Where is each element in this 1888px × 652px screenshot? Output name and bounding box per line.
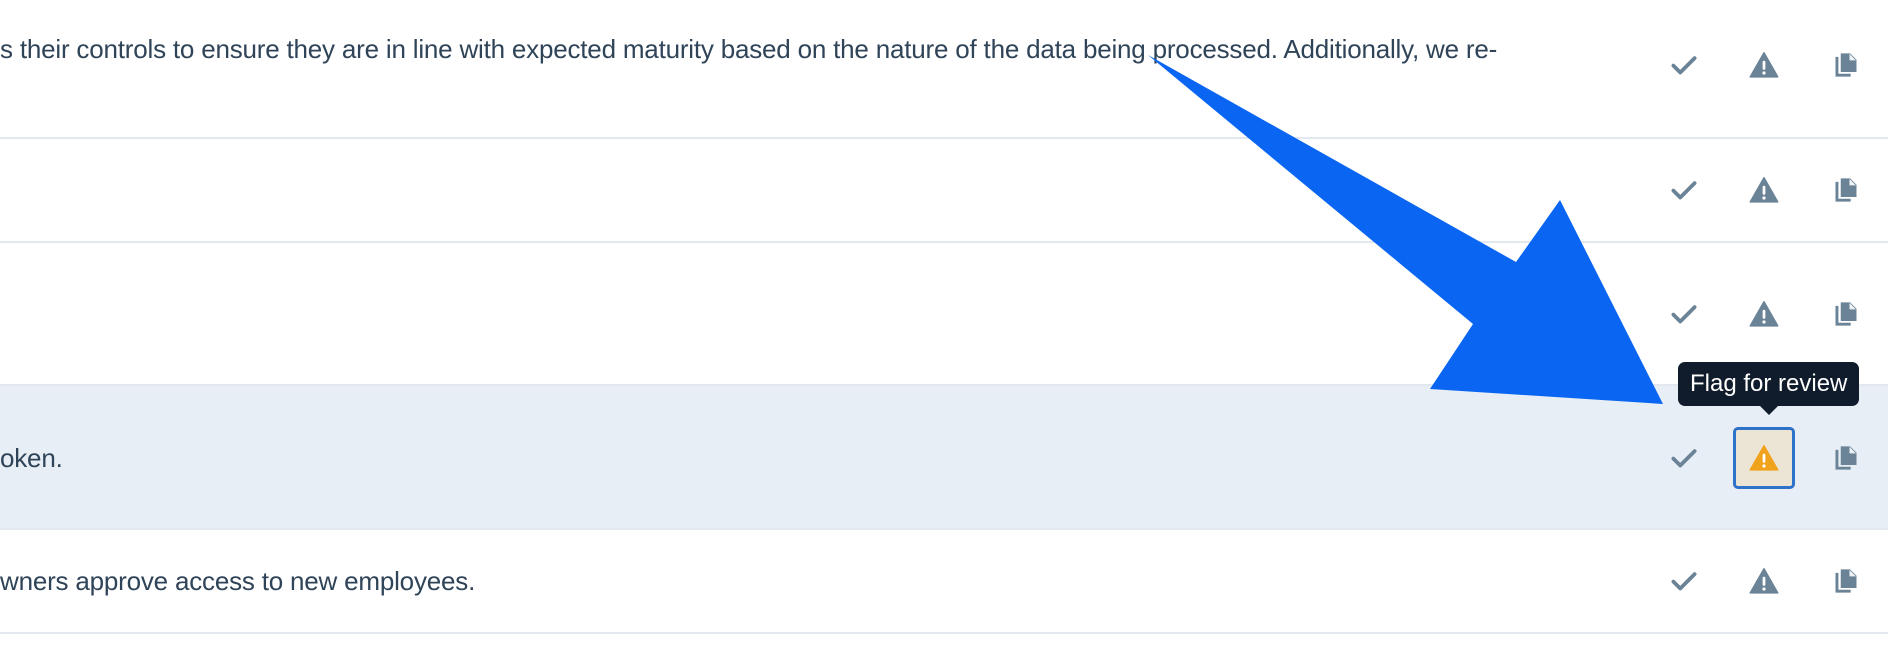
table-row <box>0 139 1888 243</box>
flag-for-review-button[interactable] <box>1733 34 1795 96</box>
table-row <box>0 243 1888 386</box>
approve-button[interactable] <box>1653 159 1715 221</box>
approve-button[interactable] <box>1653 283 1715 345</box>
table-row: wners approve access to new employees. <box>0 530 1888 634</box>
approve-button[interactable] <box>1653 427 1715 489</box>
flag-for-review-button[interactable] <box>1733 283 1795 345</box>
copy-button[interactable] <box>1815 34 1877 96</box>
flag-for-review-button[interactable] <box>1733 159 1795 221</box>
flag-for-review-tooltip: Flag for review <box>1678 362 1860 415</box>
row-description: s their controls to ensure they are in l… <box>0 34 1498 64</box>
copy-button[interactable] <box>1815 283 1877 345</box>
copy-button[interactable] <box>1815 550 1877 612</box>
table-row-hovered: oken. <box>0 386 1888 530</box>
approve-button[interactable] <box>1653 34 1715 96</box>
copy-button[interactable] <box>1815 427 1877 489</box>
flag-for-review-button[interactable] <box>1733 550 1795 612</box>
copy-button[interactable] <box>1815 159 1877 221</box>
row-description: wners approve access to new employees. <box>0 566 476 596</box>
approve-button[interactable] <box>1653 550 1715 612</box>
row-description: oken. <box>0 443 63 473</box>
controls-table: s their controls to ensure they are in l… <box>0 0 1888 634</box>
table-row: s their controls to ensure they are in l… <box>0 0 1888 139</box>
flag-for-review-button[interactable] <box>1733 427 1795 489</box>
